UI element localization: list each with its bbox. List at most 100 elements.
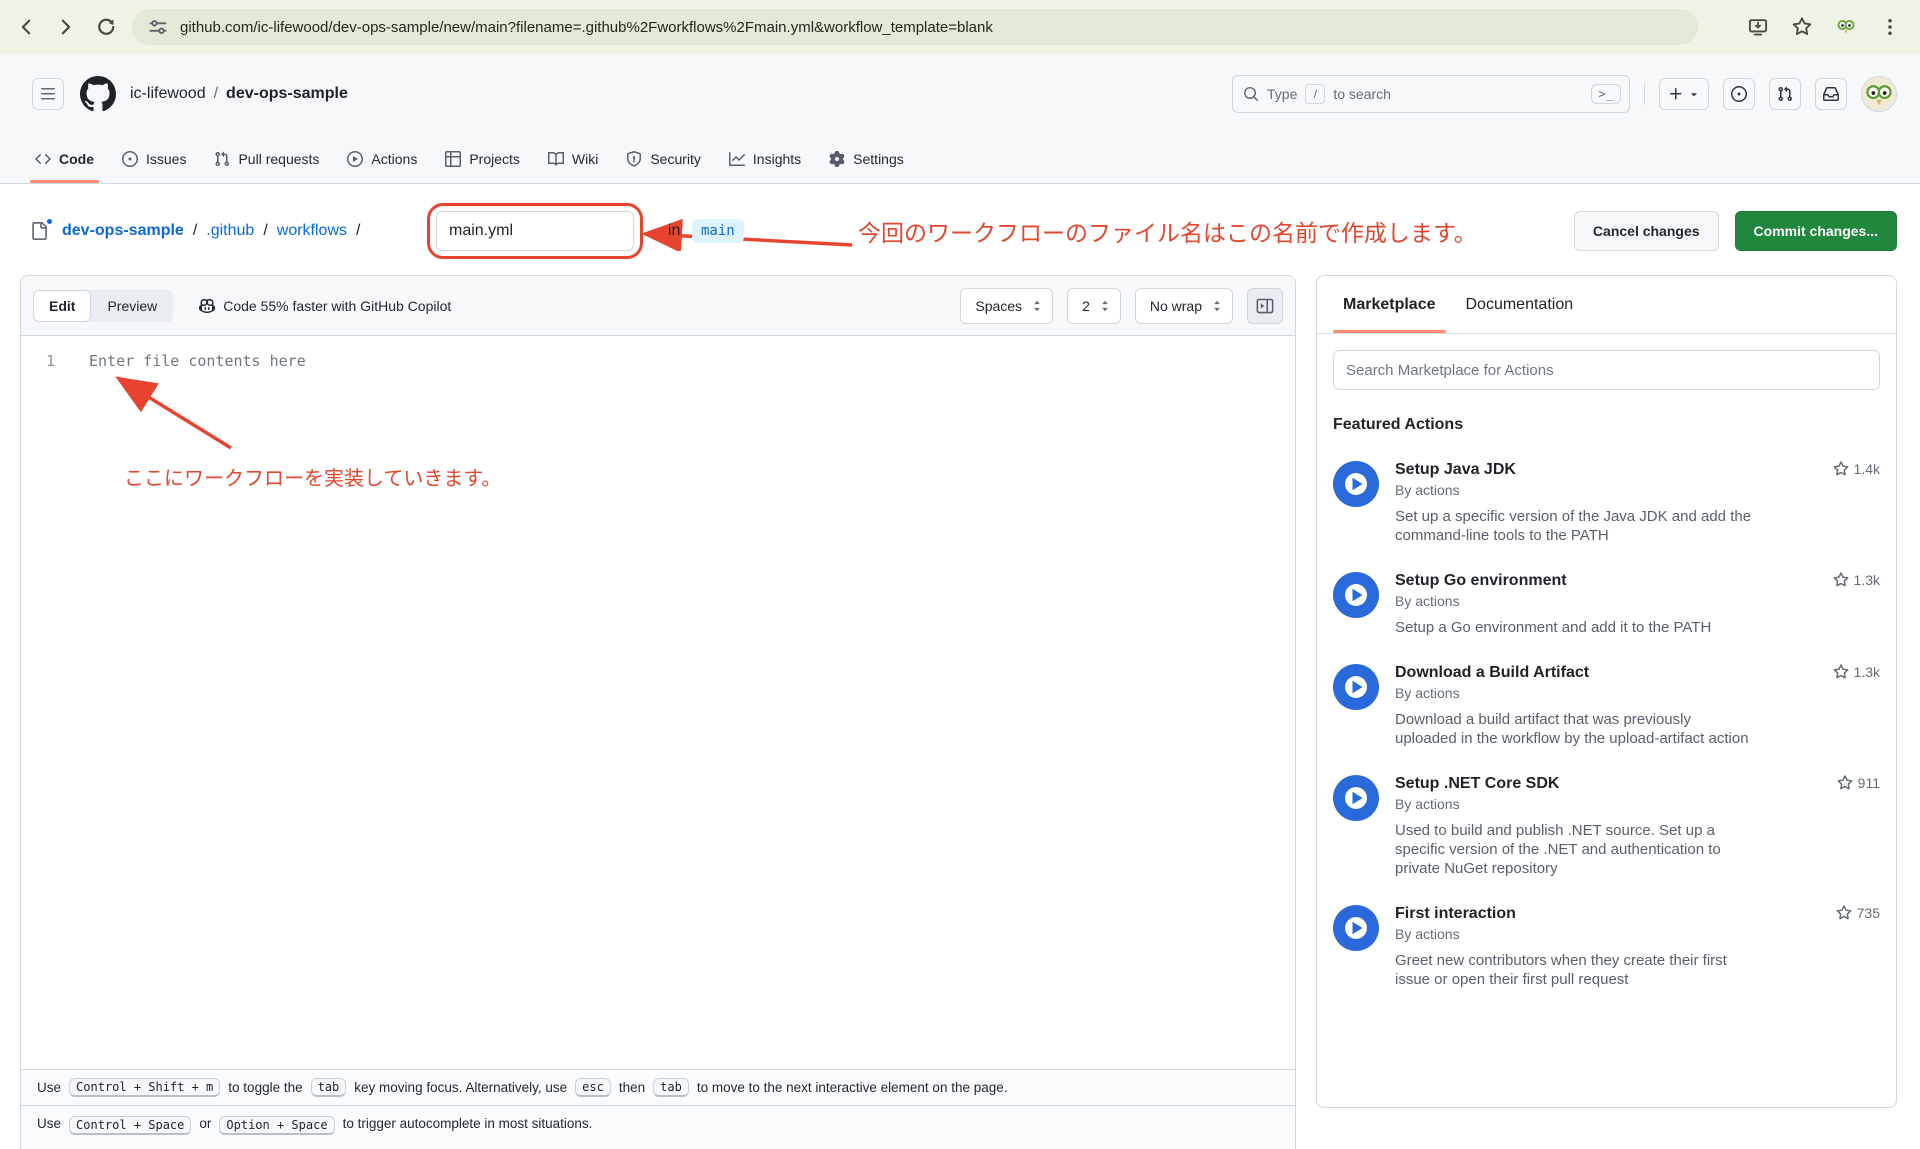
modified-dot-icon [45, 217, 54, 226]
editor-toolbar: Edit Preview Code 55% faster with GitHub… [21, 276, 1295, 336]
copilot-banner[interactable]: Code 55% faster with GitHub Copilot [199, 298, 451, 314]
kbd-tab-2: tab [653, 1078, 689, 1097]
edit-tab[interactable]: Edit [33, 290, 91, 322]
edit-preview-switch: Edit Preview [33, 290, 173, 322]
breadcrumb-separator: / [214, 85, 218, 103]
action-card-setup-java-jdk[interactable]: Setup Java JDK 1.4k By actions Set up a … [1333, 461, 1880, 545]
indent-mode-select[interactable]: Spaces [960, 288, 1053, 324]
browser-address-bar[interactable]: github.com/ic-lifewood/dev-ops-sample/ne… [132, 9, 1698, 45]
star-count: 1.3k [1833, 664, 1880, 680]
kbd-tab: tab [311, 1078, 347, 1097]
kbd-control-shift-m: Control + Shift + m [69, 1078, 220, 1097]
wrap-mode-select[interactable]: No wrap [1135, 288, 1233, 324]
action-description: Download a build artifact that was previ… [1395, 710, 1753, 748]
tab-issues[interactable]: Issues [111, 134, 197, 183]
indent-size-select[interactable]: 2 [1067, 288, 1121, 324]
browser-menu-icon[interactable] [1880, 17, 1900, 37]
url-text[interactable]: github.com/ic-lifewood/dev-ops-sample/ne… [180, 19, 993, 36]
tab-documentation[interactable]: Documentation [1456, 276, 1584, 333]
action-author: By actions [1395, 482, 1880, 498]
github-logo[interactable] [80, 76, 116, 112]
browser-extension-icon[interactable] [1836, 17, 1856, 37]
install-app-icon[interactable] [1748, 17, 1768, 37]
kbd-esc: esc [575, 1078, 611, 1097]
browser-reload-icon[interactable] [96, 17, 116, 37]
search-placeholder-2: to search [1333, 86, 1391, 102]
github-header: ic-lifewood / dev-ops-sample Type / to s… [0, 54, 1920, 184]
global-search[interactable]: Type / to search >_ [1232, 75, 1630, 113]
editor-placeholder: Enter file contents here [89, 352, 306, 370]
branch-badge[interactable]: main [692, 219, 744, 243]
action-title: Setup Go environment [1395, 572, 1567, 590]
bookmark-star-icon[interactable] [1792, 17, 1812, 37]
toggle-side-panel-button[interactable] [1247, 288, 1283, 324]
action-card-download-build-artifact[interactable]: Download a Build Artifact 1.3k By action… [1333, 664, 1880, 748]
star-icon [1833, 572, 1849, 588]
action-description: Used to build and publish .NET source. S… [1395, 821, 1753, 878]
code-editor[interactable]: 1 Enter file contents here ここにワークフローを実装し… [21, 336, 1295, 1069]
marketplace-search-input[interactable] [1333, 350, 1880, 390]
keyboard-hint-row-2: UseControl + Space orOption + Space to t… [21, 1105, 1295, 1149]
slash-key-hint: / [1305, 84, 1325, 104]
pull-requests-button[interactable] [1769, 78, 1801, 110]
global-menu-button[interactable] [32, 78, 64, 110]
tab-marketplace[interactable]: Marketplace [1333, 276, 1446, 333]
tab-pull-requests[interactable]: Pull requests [203, 134, 330, 183]
filename-field-wrap [436, 211, 634, 251]
tab-insights[interactable]: Insights [718, 134, 812, 183]
action-card-setup-go-environment[interactable]: Setup Go environment 1.3k By actions Set… [1333, 572, 1880, 637]
star-icon [1837, 775, 1853, 791]
action-card-setup-dotnet-core-sdk[interactable]: Setup .NET Core SDK 911 By actions Used … [1333, 775, 1880, 878]
tab-actions[interactable]: Actions [336, 134, 428, 183]
featured-actions-title: Featured Actions [1333, 416, 1880, 434]
star-icon [1833, 461, 1849, 477]
owner-link[interactable]: ic-lifewood [130, 85, 206, 103]
tab-settings[interactable]: Settings [818, 134, 915, 183]
browser-forward-icon[interactable] [56, 17, 76, 37]
star-count: 911 [1837, 775, 1880, 791]
repo-link[interactable]: dev-ops-sample [226, 85, 348, 103]
inbox-button[interactable] [1815, 78, 1847, 110]
tab-wiki[interactable]: Wiki [537, 134, 609, 183]
filename-input[interactable] [436, 211, 634, 251]
breadcrumb-dir-github[interactable]: .github [206, 222, 254, 240]
breadcrumb-dir-workflows[interactable]: workflows [277, 222, 347, 240]
action-play-icon [1333, 905, 1379, 951]
browser-back-icon[interactable] [16, 17, 36, 37]
action-card-first-interaction[interactable]: First interaction 735 By actions Greet n… [1333, 905, 1880, 989]
breadcrumb-repo-link[interactable]: dev-ops-sample [62, 222, 184, 240]
action-play-icon [1333, 572, 1379, 618]
star-count: 1.3k [1833, 572, 1880, 588]
tab-security[interactable]: Security [615, 134, 712, 183]
tab-code[interactable]: Code [24, 134, 105, 183]
issues-button[interactable] [1723, 78, 1755, 110]
star-icon [1836, 905, 1852, 921]
action-play-icon [1333, 461, 1379, 507]
sidebar-tabs: Marketplace Documentation [1317, 276, 1896, 334]
star-count: 1.4k [1833, 461, 1880, 477]
file-icon [30, 221, 52, 241]
editor-panel: Edit Preview Code 55% faster with GitHub… [20, 275, 1296, 1149]
create-new-button[interactable] [1659, 78, 1709, 110]
user-avatar[interactable] [1861, 76, 1897, 112]
star-icon [1833, 664, 1849, 680]
context-breadcrumb: ic-lifewood / dev-ops-sample [130, 85, 348, 103]
commit-changes-button[interactable]: Commit changes... [1735, 211, 1897, 251]
star-count: 735 [1836, 905, 1880, 921]
filename-annotation-text: 今回のワークフローのファイル名はこの名前で作成します。 [858, 214, 1477, 248]
line-number: 1 [21, 352, 55, 370]
action-title: First interaction [1395, 905, 1516, 923]
action-description: Setup a Go environment and add it to the… [1395, 618, 1753, 637]
cancel-changes-button[interactable]: Cancel changes [1574, 211, 1719, 251]
kbd-control-space: Control + Space [69, 1116, 191, 1135]
browser-chrome: github.com/ic-lifewood/dev-ops-sample/ne… [0, 0, 1920, 54]
editor-annotation-arrow [91, 366, 271, 466]
action-title: Download a Build Artifact [1395, 664, 1589, 682]
preview-tab[interactable]: Preview [91, 290, 173, 322]
repo-nav: Code Issues Pull requests Actions Projec… [0, 134, 1920, 183]
editor-annotation-text: ここにワークフローを実装していきます。 [124, 462, 501, 491]
tab-projects[interactable]: Projects [434, 134, 531, 183]
kbd-option-space: Option + Space [219, 1116, 334, 1135]
site-info-icon[interactable] [148, 17, 168, 37]
command-palette-icon[interactable]: >_ [1591, 84, 1621, 104]
